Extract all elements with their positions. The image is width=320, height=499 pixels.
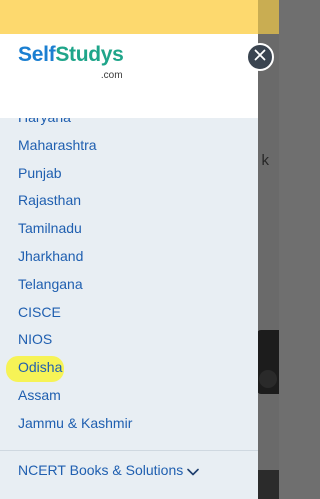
menu-item-label: CISCE xyxy=(18,303,61,320)
brand-logo[interactable]: SelfStudys .com xyxy=(18,43,124,81)
drawer-top-band xyxy=(0,0,258,34)
menu-item-label: Jammu & Kashmir xyxy=(18,414,133,431)
menu-item-label: NIOS xyxy=(18,331,53,348)
chevron-down-icon xyxy=(187,463,200,479)
menu-item-jammu-kashmir[interactable]: Jammu & Kashmir xyxy=(0,410,258,438)
menu-item-telangana[interactable]: Telangana xyxy=(0,271,258,299)
background-footer xyxy=(257,470,279,499)
background-text: k xyxy=(261,152,270,169)
divider xyxy=(0,450,258,451)
menu-item-maharashtra[interactable]: Maharashtra xyxy=(0,132,258,160)
menu-item-label: Telangana xyxy=(18,275,83,292)
logo-studys-text: Studys xyxy=(55,43,124,66)
menu-item-odisha[interactable]: Odisha xyxy=(0,354,258,383)
menu-item-label: Assam xyxy=(18,386,61,403)
close-icon xyxy=(254,48,266,66)
menu-item-label: Maharashtra xyxy=(18,136,97,153)
state-list: Haryana Maharashtra Punjab Rajasthan Tam… xyxy=(0,104,258,438)
menu-item-nios[interactable]: NIOS xyxy=(0,326,258,354)
menu-item-cisce[interactable]: CISCE xyxy=(0,299,258,327)
close-button[interactable] xyxy=(246,43,274,71)
navigation-drawer: Haryana Maharashtra Punjab Rajasthan Tam… xyxy=(0,0,258,499)
menu-item-jharkhand[interactable]: Jharkhand xyxy=(0,243,258,271)
background-arrow-icon xyxy=(259,370,277,388)
menu-item-label: Punjab xyxy=(18,164,62,181)
menu-item-label: Jharkhand xyxy=(18,247,84,264)
logo-self-text: Self xyxy=(18,43,56,66)
menu-item-punjab[interactable]: Punjab xyxy=(0,160,258,188)
drawer-header: SelfStudys .com xyxy=(0,34,258,118)
menu-item-tamilnadu[interactable]: Tamilnadu xyxy=(0,215,258,243)
logo-domain-text: .com xyxy=(100,70,123,81)
menu-item-label: Tamilnadu xyxy=(18,220,82,237)
menu-item-rajasthan[interactable]: Rajasthan xyxy=(0,187,258,215)
footer-link-label: NCERT Books & Solutions xyxy=(18,462,184,478)
menu-item-label: Odisha xyxy=(18,359,63,376)
ncert-books-solutions-link[interactable]: NCERT Books & Solutions xyxy=(18,462,200,479)
menu-item-assam[interactable]: Assam xyxy=(0,382,258,410)
menu-item-label: Rajasthan xyxy=(18,192,82,209)
